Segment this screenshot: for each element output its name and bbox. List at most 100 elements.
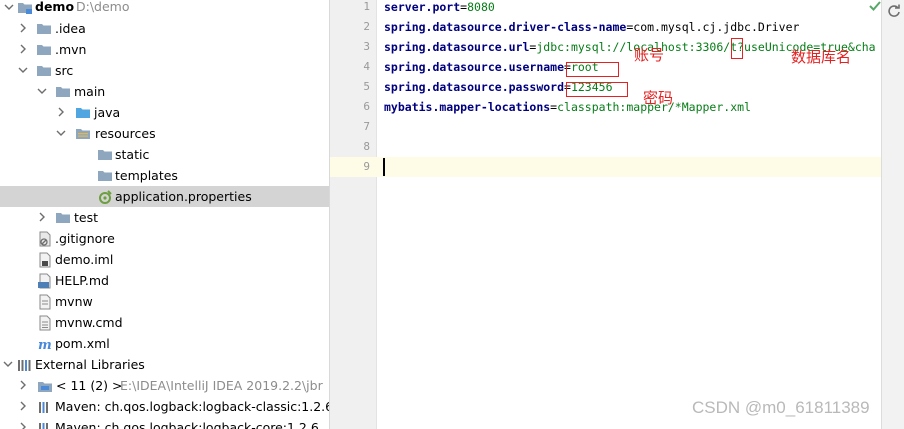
line-number: 3 bbox=[363, 40, 370, 53]
tree-item-templates[interactable]: templates bbox=[0, 165, 329, 186]
property-key: spring.datasource.username bbox=[384, 60, 565, 74]
tree-item-mvnw[interactable]: mvnw bbox=[0, 291, 329, 312]
tree-item-logback-core[interactable]: Maven: ch.qos.logback:logback-core:1.2.6 bbox=[0, 417, 329, 429]
text-file-icon bbox=[37, 315, 53, 331]
gitignore-file-icon bbox=[37, 231, 53, 247]
tree-item-label: test bbox=[74, 210, 99, 225]
line-number: 1 bbox=[363, 0, 370, 13]
chevron-down-icon[interactable] bbox=[36, 85, 48, 97]
current-line-highlight bbox=[330, 157, 881, 177]
chevron-down-icon[interactable] bbox=[17, 64, 29, 76]
jdk-icon bbox=[37, 378, 53, 394]
tree-item-jdk[interactable]: < 11 (2) > E:\IDEA\IntelliJ IDEA 2019.2.… bbox=[0, 375, 329, 396]
tree-item-test[interactable]: test bbox=[0, 207, 329, 228]
text-caret bbox=[383, 158, 385, 176]
tree-item-label: main bbox=[74, 84, 106, 99]
chevron-right-icon[interactable] bbox=[17, 400, 29, 412]
tree-item-demo-iml[interactable]: demo.iml bbox=[0, 249, 329, 270]
username-annotation: 账号 bbox=[634, 46, 665, 64]
code-line[interactable]: mybatis.mapper-locations=classpath:mappe… bbox=[384, 100, 751, 114]
property-value: com.mysql.cj.jdbc.Driver bbox=[633, 20, 800, 34]
chevron-down-icon[interactable] bbox=[3, 1, 15, 13]
password-highlight-box bbox=[566, 82, 628, 97]
property-value: 8080 bbox=[467, 0, 495, 14]
tree-item-static[interactable]: static bbox=[0, 144, 329, 165]
tree-item-label: mvnw.cmd bbox=[55, 315, 123, 330]
tree-item-label: Maven: ch.qos.logback:logback-core:1.2.6 bbox=[55, 420, 319, 429]
project-tree-panel: demo D:\demo .idea .mvn src main java re… bbox=[0, 0, 329, 429]
chevron-down-icon[interactable] bbox=[2, 358, 14, 370]
tree-item-src[interactable]: src bbox=[0, 60, 329, 81]
tree-item-label: demo.iml bbox=[55, 252, 114, 267]
tree-item-label: templates bbox=[115, 168, 178, 183]
tree-item-label: src bbox=[55, 63, 74, 78]
chevron-right-icon[interactable] bbox=[36, 211, 48, 223]
spring-properties-icon bbox=[97, 189, 113, 205]
property-key: spring.datasource.url bbox=[384, 40, 530, 54]
chevron-right-icon[interactable] bbox=[17, 379, 29, 391]
folder-icon bbox=[36, 42, 52, 58]
libraries-icon bbox=[16, 357, 32, 373]
tree-item-label: .gitignore bbox=[55, 231, 115, 246]
property-key: server.port bbox=[384, 0, 461, 14]
maven-icon: m bbox=[37, 336, 53, 352]
tree-item-application-properties[interactable]: application.properties bbox=[0, 186, 329, 207]
tree-item-label: Maven: ch.qos.logback:logback-classic:1.… bbox=[55, 399, 329, 414]
folder-icon bbox=[36, 21, 52, 37]
folder-icon bbox=[55, 84, 71, 100]
tree-root-demo[interactable]: demo D:\demo bbox=[0, 0, 329, 18]
tree-item-idea[interactable]: .idea bbox=[0, 18, 329, 39]
resources-folder-icon bbox=[75, 126, 91, 142]
tree-item-help-md[interactable]: HELP.md bbox=[0, 270, 329, 291]
tree-item-label: java bbox=[94, 105, 121, 120]
line-number: 8 bbox=[363, 140, 370, 153]
tree-item-label: .idea bbox=[55, 21, 86, 36]
chevron-right-icon[interactable] bbox=[17, 22, 29, 34]
dbname-highlight-box bbox=[731, 38, 743, 59]
line-number: 7 bbox=[363, 120, 370, 133]
library-icon bbox=[37, 420, 53, 429]
watermark: CSDN @m0_61811389 bbox=[692, 398, 870, 417]
tree-item-logback-classic[interactable]: Maven: ch.qos.logback:logback-classic:1.… bbox=[0, 396, 329, 417]
inspection-ok-icon[interactable] bbox=[868, 0, 882, 17]
tree-item-label: resources bbox=[95, 126, 156, 141]
tree-item-main[interactable]: main bbox=[0, 81, 329, 102]
source-folder-icon bbox=[75, 105, 91, 121]
iml-file-icon bbox=[37, 252, 53, 268]
folder-icon bbox=[97, 147, 113, 163]
password-annotation: 密码 bbox=[643, 89, 674, 107]
dbname-annotation: 数据库名 bbox=[791, 48, 852, 66]
tree-root-label: demo bbox=[35, 0, 75, 14]
tree-item-java[interactable]: java bbox=[0, 102, 329, 123]
jdk-path-hint: E:\IDEA\IntelliJ IDEA 2019.2.2\jbr bbox=[120, 378, 323, 393]
chevron-down-icon[interactable] bbox=[55, 127, 67, 139]
tree-item-gitignore[interactable]: .gitignore bbox=[0, 228, 329, 249]
tree-item-mvnw-cmd[interactable]: mvnw.cmd bbox=[0, 312, 329, 333]
tree-item-pom-xml[interactable]: m pom.xml bbox=[0, 333, 329, 354]
line-number: 5 bbox=[363, 80, 370, 93]
tree-item-resources[interactable]: resources bbox=[0, 123, 329, 144]
chevron-right-icon[interactable] bbox=[17, 43, 29, 55]
tree-item-label: static bbox=[115, 147, 150, 162]
refresh-icon[interactable] bbox=[887, 3, 901, 22]
code-line[interactable]: server.port=8080 bbox=[384, 0, 495, 14]
property-key: mybatis.mapper-locations bbox=[384, 100, 551, 114]
property-key: spring.datasource.driver-class-name bbox=[384, 20, 627, 34]
editor-right-strip bbox=[881, 0, 904, 429]
folder-icon bbox=[36, 63, 52, 79]
folder-icon bbox=[55, 210, 71, 226]
text-file-icon bbox=[37, 294, 53, 310]
tree-item-label: < 11 (2) > bbox=[56, 378, 123, 393]
tree-item-external-libraries[interactable]: External Libraries bbox=[0, 354, 329, 375]
folder-icon bbox=[97, 168, 113, 184]
property-key: spring.datasource.password bbox=[384, 80, 565, 94]
module-folder-icon bbox=[17, 0, 33, 16]
tree-root-path: D:\demo bbox=[76, 0, 130, 14]
tree-item-mvn[interactable]: .mvn bbox=[0, 39, 329, 60]
line-number: 6 bbox=[363, 100, 370, 113]
chevron-right-icon[interactable] bbox=[17, 421, 29, 429]
chevron-right-icon[interactable] bbox=[55, 106, 67, 118]
code-line[interactable]: spring.datasource.driver-class-name=com.… bbox=[384, 20, 799, 34]
markdown-file-icon bbox=[37, 273, 53, 289]
tree-item-label: pom.xml bbox=[55, 336, 110, 351]
